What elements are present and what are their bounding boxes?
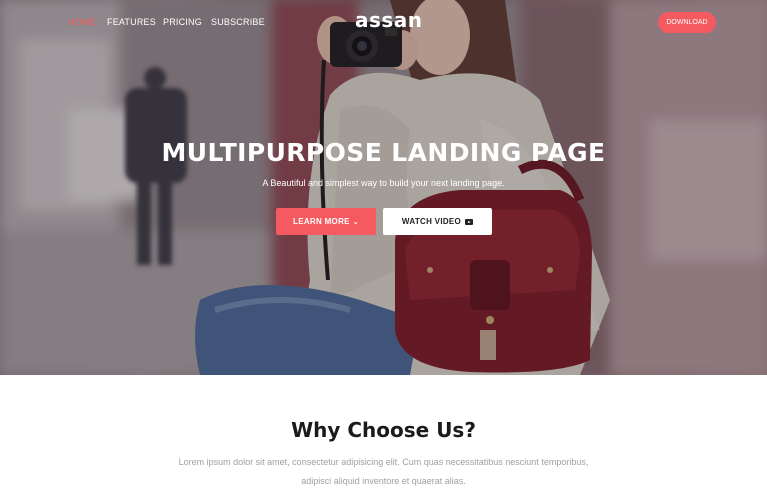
chevron-down-icon: ⌄ [352,219,359,226]
learn-more-label: LEARN MORE [293,217,350,226]
hero-title: MULTIPURPOSE LANDING PAGE [161,138,606,167]
hero-subtitle: A Beautiful and simplest way to build yo… [262,178,505,188]
watch-video-label: WATCH VIDEO [401,217,462,226]
nav-features[interactable]: FEATURES [107,17,156,27]
learn-more-button[interactable]: LEARN MORE ⌄ [276,208,376,235]
nav-subscribe[interactable]: SUBSCRIBE [211,17,265,27]
brand-logo[interactable]: assan [355,8,423,32]
nav-home[interactable]: HOME [68,17,96,27]
why-choose-us-heading: Why Choose Us? [291,418,476,442]
download-button[interactable]: DOWNLOAD [658,12,716,33]
nav-pricing[interactable]: PRICING [163,17,202,27]
top-navbar: HOME FEATURES PRICING SUBSCRIBE assan DO… [0,0,767,46]
video-play-icon [465,219,474,225]
watch-video-button[interactable]: WATCH VIDEO [383,208,492,235]
why-choose-us-text: Lorem ipsum dolor sit amet, consectetur … [178,457,589,486]
